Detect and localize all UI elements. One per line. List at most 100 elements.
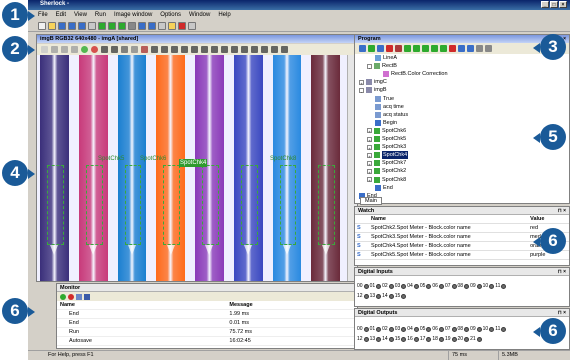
save-icon[interactable] xyxy=(84,293,90,300)
toolbar-button-1[interactable] xyxy=(48,21,56,30)
io-channel[interactable]: 21 xyxy=(470,336,482,342)
io-channel[interactable]: 03 xyxy=(395,283,407,289)
io-channel[interactable]: 11 xyxy=(495,283,507,289)
toolbar-button-4[interactable] xyxy=(78,21,86,30)
close-icon[interactable]: ⊓ × xyxy=(558,309,566,317)
toolbar-button-3[interactable] xyxy=(68,21,76,30)
toolbar-button-8[interactable] xyxy=(118,21,126,30)
program-tool-icon-7[interactable] xyxy=(422,45,429,52)
spot-label[interactable]: SpotChk6 xyxy=(139,155,167,163)
program-tool-icon-9[interactable] xyxy=(440,45,447,52)
tree-node[interactable]: + SpotChk5 xyxy=(367,135,406,143)
image-tool-icon-17[interactable] xyxy=(211,46,218,53)
toolbar-button-5[interactable] xyxy=(88,21,96,30)
toolbar-button-14[interactable] xyxy=(178,21,186,30)
minimize-button[interactable]: _ xyxy=(541,1,549,8)
toolbar-button-10[interactable] xyxy=(138,21,146,30)
image-tool-icon-11[interactable] xyxy=(151,46,158,53)
tab-main[interactable]: Main xyxy=(360,197,382,205)
io-channel[interactable]: 16 xyxy=(407,336,419,342)
watch-row[interactable]: S SpotChk2.Spot Meter - Block.color name r… xyxy=(355,223,569,233)
close-icon[interactable]: ⊓ × xyxy=(558,207,566,215)
close-icon[interactable]: ⊓ × xyxy=(558,268,566,276)
image-tool-icon-22[interactable] xyxy=(261,46,268,53)
io-channel[interactable]: 19 xyxy=(445,336,457,342)
io-channel[interactable]: 04 xyxy=(407,283,419,289)
tree-expander[interactable]: + xyxy=(367,168,372,175)
program-tool-icon-5[interactable] xyxy=(404,45,411,52)
image-tool-icon-0[interactable] xyxy=(41,46,48,53)
tree-node[interactable]: True xyxy=(375,95,394,103)
io-channel[interactable]: 02 xyxy=(382,326,394,332)
image-tool-icon-18[interactable] xyxy=(221,46,228,53)
tree-node[interactable]: + SpotChk3 xyxy=(367,143,406,151)
tree-expander[interactable]: + xyxy=(367,152,372,159)
tree-node[interactable]: acq time xyxy=(375,103,404,111)
image-tool-icon-21[interactable] xyxy=(251,46,258,53)
io-channel[interactable]: 10 xyxy=(483,283,495,289)
menu-item-options[interactable]: Options xyxy=(160,10,181,20)
program-tool-icon-10[interactable] xyxy=(449,45,456,52)
watch-row[interactable]: S SpotChk5.Spot Meter - Block.color name p… xyxy=(355,250,569,260)
spot-label[interactable]: SpotChk5 xyxy=(97,155,125,163)
io-channel[interactable]: 03 xyxy=(395,326,407,332)
io-channel[interactable]: 04 xyxy=(407,326,419,332)
io-channel[interactable]: 15 xyxy=(395,293,407,299)
io-channel[interactable]: 02 xyxy=(382,283,394,289)
io-channel[interactable]: 01 xyxy=(370,283,382,289)
image-tool-icon-14[interactable] xyxy=(181,46,188,53)
image-tool-icon-9[interactable] xyxy=(131,46,138,53)
program-tool-icon-13[interactable] xyxy=(476,45,483,52)
image-tool-icon-3[interactable] xyxy=(71,46,78,53)
stop-icon[interactable] xyxy=(68,293,74,300)
image-tool-icon-6[interactable] xyxy=(101,46,108,53)
io-channel[interactable]: 00 xyxy=(357,283,369,289)
io-channel[interactable]: 17 xyxy=(420,336,432,342)
program-tool-icon-8[interactable] xyxy=(431,45,438,52)
tree-node[interactable]: Begin xyxy=(375,119,397,127)
io-channel[interactable]: 00 xyxy=(357,326,369,332)
io-channel[interactable]: 11 xyxy=(495,326,507,332)
io-channel[interactable]: 07 xyxy=(445,326,457,332)
clear-icon[interactable] xyxy=(76,293,82,300)
menu-item-edit[interactable]: Edit xyxy=(56,10,66,20)
image-tool-icon-23[interactable] xyxy=(271,46,278,53)
spot-label[interactable]: SpotChk8 xyxy=(269,155,297,163)
io-channel[interactable]: 18 xyxy=(432,336,444,342)
tree-node[interactable]: - imgB xyxy=(359,86,387,94)
io-channel[interactable]: 14 xyxy=(382,336,394,342)
toolbar-button-13[interactable] xyxy=(168,21,176,30)
image-tool-icon-13[interactable] xyxy=(171,46,178,53)
toolbar-button-9[interactable] xyxy=(128,21,136,30)
tree-expander[interactable]: - xyxy=(359,87,364,94)
run-icon[interactable] xyxy=(60,293,66,300)
io-channel[interactable]: 08 xyxy=(458,326,470,332)
toolbar-button-2[interactable] xyxy=(58,21,66,30)
io-channel[interactable]: 08 xyxy=(458,283,470,289)
program-tool-icon-11[interactable] xyxy=(458,45,465,52)
program-tool-icon-14[interactable] xyxy=(485,45,492,52)
tree-expander[interactable]: + xyxy=(367,136,372,143)
tree-node[interactable]: + SpotChk2 xyxy=(367,167,406,175)
io-channel[interactable]: 06 xyxy=(432,283,444,289)
tree-expander[interactable]: + xyxy=(359,79,364,86)
tree-expander[interactable]: + xyxy=(367,160,372,167)
toolbar-button-11[interactable] xyxy=(148,21,156,30)
spot-label[interactable]: SpotChk4 xyxy=(179,159,208,167)
program-tool-icon-3[interactable] xyxy=(386,45,393,52)
tree-node[interactable]: - RectB xyxy=(367,62,397,70)
menu-item-image-window[interactable]: Image window xyxy=(114,10,152,20)
tree-node[interactable]: LineA xyxy=(375,54,397,62)
tree-node[interactable]: + SpotChk8 xyxy=(367,176,406,184)
io-channel[interactable]: 20 xyxy=(458,336,470,342)
tree-node[interactable]: + SpotChk7 xyxy=(367,159,406,167)
image-tool-icon-24[interactable] xyxy=(281,46,288,53)
tree-expander[interactable]: + xyxy=(367,144,372,151)
tree-node[interactable]: End xyxy=(375,184,393,192)
toolbar-button-0[interactable] xyxy=(38,21,46,30)
tree-expander[interactable]: + xyxy=(367,128,372,134)
tree-node[interactable]: + SpotChk6 xyxy=(367,127,406,135)
image-tool-icon-20[interactable] xyxy=(241,46,248,53)
image-tool-icon-2[interactable] xyxy=(61,46,68,53)
tree-expander[interactable]: + xyxy=(367,177,372,183)
